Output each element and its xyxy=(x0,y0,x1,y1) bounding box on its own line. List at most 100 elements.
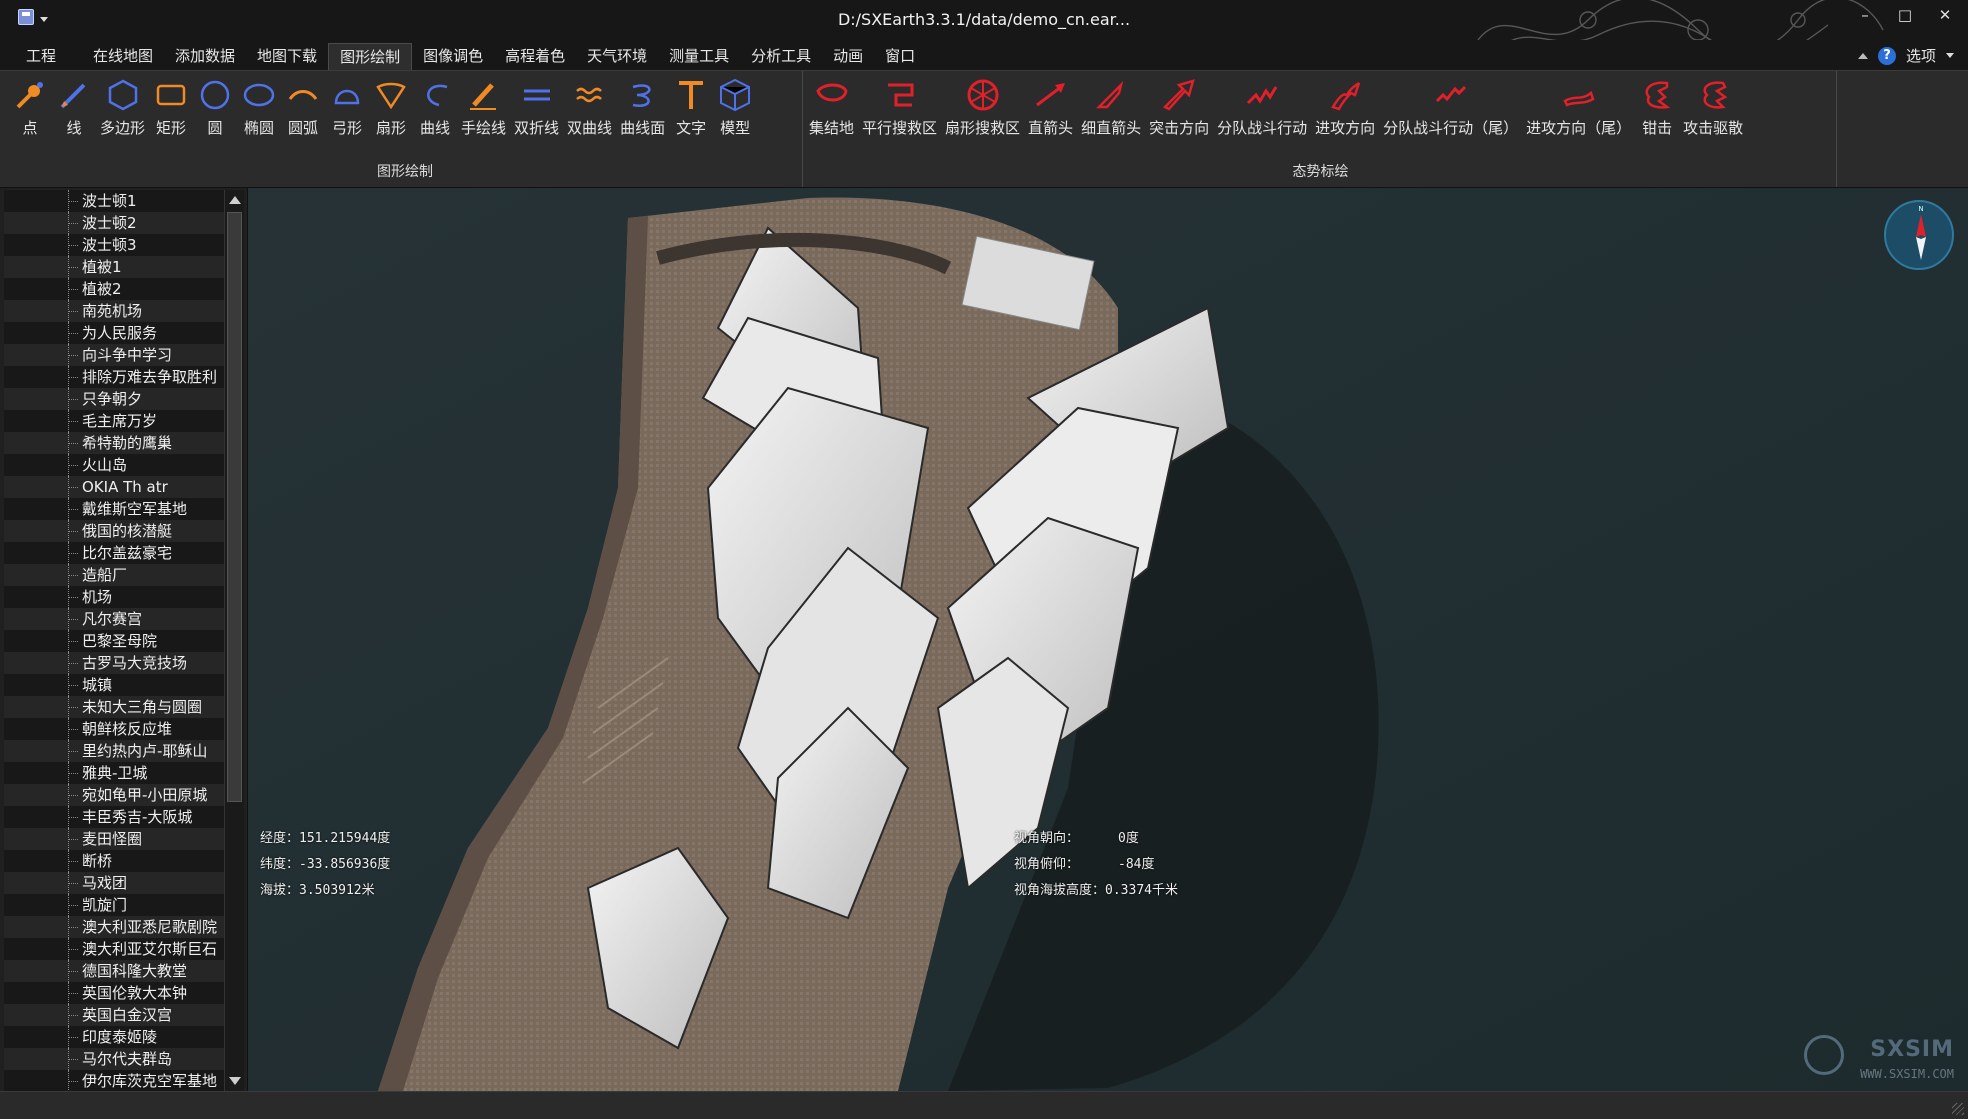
compass-icon[interactable]: N xyxy=(1884,200,1954,270)
double-curve-tool-button[interactable]: 双曲线 xyxy=(563,77,616,138)
tree-item[interactable]: 英国伦敦大本钟 xyxy=(4,982,224,1004)
attack-disperse-tool-button[interactable]: 攻击驱散 xyxy=(1679,77,1747,138)
sector-tool-button[interactable]: 扇形 xyxy=(369,77,413,138)
parallel-search-tool-button[interactable]: 平行搜救区 xyxy=(858,77,941,138)
attack-direction-tool-button[interactable]: 进攻方向 xyxy=(1311,77,1379,138)
tree-item[interactable]: 马戏团 xyxy=(4,872,224,894)
arc-tool-button[interactable]: 圆弧 xyxy=(281,77,325,138)
tree-item[interactable]: 巴黎圣母院 xyxy=(4,630,224,652)
tree-item[interactable]: 断桥 xyxy=(4,850,224,872)
tree-item[interactable]: 印度泰姬陵 xyxy=(4,1026,224,1048)
scroll-down-icon[interactable] xyxy=(229,1077,241,1085)
tree-item[interactable]: 波士顿1 xyxy=(4,190,224,212)
menu-tab[interactable]: 天气环境 xyxy=(576,43,658,70)
tree-item[interactable]: 未知大三角与圆圈 xyxy=(4,696,224,718)
tree-item[interactable]: 向斗争中学习 xyxy=(4,344,224,366)
tree-item[interactable]: 澳大利亚艾尔斯巨石 xyxy=(4,938,224,960)
tree-item[interactable]: 植被1 xyxy=(4,256,224,278)
menu-tab[interactable]: 图形绘制 xyxy=(328,43,413,70)
polygon-icon xyxy=(105,77,141,113)
ellipse-tool-button[interactable]: 椭圆 xyxy=(237,77,281,138)
menu-tab[interactable]: 测量工具 xyxy=(658,43,740,70)
bow-tool-button[interactable]: 弓形 xyxy=(325,77,369,138)
close-button[interactable]: ✕ xyxy=(1936,6,1954,24)
tree-item[interactable]: 伊尔库茨克空军基地 xyxy=(4,1070,224,1092)
tree-item[interactable]: 德国科隆大教堂 xyxy=(4,960,224,982)
assault-direction-tool-button[interactable]: 突击方向 xyxy=(1145,77,1213,138)
menu-tab[interactable]: 图像调色 xyxy=(412,43,494,70)
tree-item[interactable]: OKIA Th atr xyxy=(4,476,224,498)
tree-item[interactable]: 澳大利亚悉尼歌剧院 xyxy=(4,916,224,938)
tree-item[interactable]: 毛主席万岁 xyxy=(4,410,224,432)
menu-tab[interactable]: 窗口 xyxy=(874,43,926,70)
menu-tab[interactable]: 在线地图 xyxy=(82,43,164,70)
point-tool-button[interactable]: 点 xyxy=(8,77,52,138)
menu-tab[interactable]: 添加数据 xyxy=(164,43,246,70)
pincer-tool-button[interactable]: 钳击 xyxy=(1635,77,1679,138)
resize-grip-icon[interactable] xyxy=(1952,1103,1964,1115)
curve-surface-icon xyxy=(625,77,661,113)
menu-tab[interactable]: 高程着色 xyxy=(494,43,576,70)
options-dropdown-icon[interactable] xyxy=(1946,53,1954,58)
tree-item[interactable]: 凯旋门 xyxy=(4,894,224,916)
curve-surface-tool-button[interactable]: 曲线面 xyxy=(616,77,669,138)
tree-item[interactable]: 俄国的核潜艇 xyxy=(4,520,224,542)
freehand-tool-button[interactable]: 手绘线 xyxy=(457,77,510,138)
tree-item[interactable]: 戴维斯空军基地 xyxy=(4,498,224,520)
menu-tab[interactable]: 分析工具 xyxy=(740,43,822,70)
satellite-imagery xyxy=(248,188,1968,1091)
tree-item[interactable]: 波士顿3 xyxy=(4,234,224,256)
tree-item[interactable]: 城镇 xyxy=(4,674,224,696)
tree-scrollbar[interactable] xyxy=(224,190,244,1091)
squad-action-icon xyxy=(1244,77,1280,113)
tree-item[interactable]: 为人民服务 xyxy=(4,322,224,344)
ellipse-icon xyxy=(241,77,277,113)
straight-arrow-tool-button[interactable]: 直箭头 xyxy=(1024,77,1077,138)
tree-item[interactable]: 英国白金汉宫 xyxy=(4,1004,224,1026)
help-icon[interactable]: ? xyxy=(1877,46,1896,65)
collapse-ribbon-icon[interactable] xyxy=(1857,52,1868,59)
map-view[interactable]: 经度：151.215944度 纬度：-33.856936度 海拔：3.50391… xyxy=(248,188,1968,1091)
tree-item[interactable]: 里约热内卢-耶稣山 xyxy=(4,740,224,762)
tree-item[interactable]: 宛如龟甲-小田原城 xyxy=(4,784,224,806)
tree-item[interactable]: 波士顿2 xyxy=(4,212,224,234)
curve-tool-button[interactable]: 曲线 xyxy=(413,77,457,138)
line-tool-button[interactable]: 线 xyxy=(52,77,96,138)
menu-tab[interactable]: 地图下载 xyxy=(246,43,328,70)
tree-item[interactable]: 火山岛 xyxy=(4,454,224,476)
tree-item[interactable]: 凡尔赛宫 xyxy=(4,608,224,630)
tree-item[interactable]: 只争朝夕 xyxy=(4,388,224,410)
tree-item[interactable]: 排除万难去争取胜利 xyxy=(4,366,224,388)
assembly-area-tool-button[interactable]: 集结地 xyxy=(805,77,858,138)
tree-item[interactable]: 植被2 xyxy=(4,278,224,300)
scroll-up-icon[interactable] xyxy=(229,196,241,204)
tree-item[interactable]: 麦田怪圈 xyxy=(4,828,224,850)
rectangle-tool-button[interactable]: 矩形 xyxy=(149,77,193,138)
squad-action-tail-tool-button[interactable]: 分队战斗行动（尾） xyxy=(1379,77,1522,138)
sector-search-tool-button[interactable]: 扇形搜救区 xyxy=(941,77,1024,138)
menu-tab[interactable]: 动画 xyxy=(822,43,874,70)
polygon-tool-button[interactable]: 多边形 xyxy=(96,77,149,138)
circle-tool-button[interactable]: 圆 xyxy=(193,77,237,138)
tree-item[interactable]: 希特勒的鹰巢 xyxy=(4,432,224,454)
tree-item[interactable]: 机场 xyxy=(4,586,224,608)
tree-item[interactable]: 马尔代夫群岛 xyxy=(4,1048,224,1070)
text-tool-button[interactable]: 文字 xyxy=(669,77,713,138)
thin-arrow-tool-button[interactable]: 细直箭头 xyxy=(1077,77,1145,138)
double-polyline-tool-button[interactable]: 双折线 xyxy=(510,77,563,138)
attack-direction-tail-tool-button[interactable]: 进攻方向（尾） xyxy=(1522,77,1635,138)
tree-item[interactable]: 雅典-卫城 xyxy=(4,762,224,784)
model-tool-button[interactable]: 模型 xyxy=(713,77,757,138)
menu-tab[interactable]: 工程 xyxy=(14,43,82,70)
tree-item[interactable]: 朝鲜核反应堆 xyxy=(4,718,224,740)
tree-item[interactable]: 南苑机场 xyxy=(4,300,224,322)
minimize-button[interactable]: – xyxy=(1856,6,1874,24)
tree-item[interactable]: 古罗马大竞技场 xyxy=(4,652,224,674)
maximize-button[interactable]: □ xyxy=(1896,6,1914,24)
squad-action-tool-button[interactable]: 分队战斗行动 xyxy=(1213,77,1311,138)
options-menu[interactable]: 选项 xyxy=(1906,45,1936,66)
scroll-thumb[interactable] xyxy=(227,212,242,802)
tree-item[interactable]: 丰臣秀吉-大阪城 xyxy=(4,806,224,828)
tree-item[interactable]: 造船厂 xyxy=(4,564,224,586)
tree-item[interactable]: 比尔盖兹豪宅 xyxy=(4,542,224,564)
